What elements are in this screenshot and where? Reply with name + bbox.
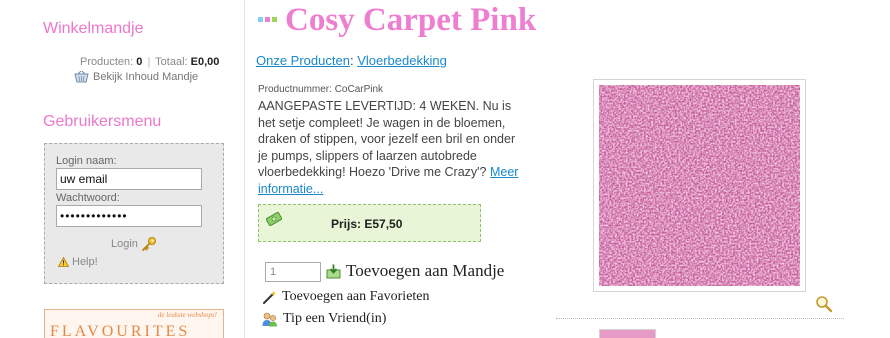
product-image-frame[interactable]: [593, 79, 806, 292]
description-text: AANGEPASTE LEVERTIJD: 4 WEKEN. Nu is het…: [258, 99, 516, 179]
zoom-icon[interactable]: [815, 295, 833, 313]
login-name-label: Login naam:: [56, 155, 117, 167]
product-number: Productnummer: CoCarPink: [258, 84, 384, 95]
tip-friend-link[interactable]: Tip een Vriend(in): [262, 311, 386, 327]
product-description: AANGEPASTE LEVERTIJD: 4 WEKEN. Nu is het…: [258, 98, 523, 197]
products-count: 0: [136, 56, 143, 68]
login-form: Login naam: uw email Wachtwoord: •••••••…: [44, 143, 224, 284]
usermenu-heading: Gebruikersmenu: [43, 113, 162, 130]
add-to-favorites-link[interactable]: Toevoegen aan Favorieten: [262, 289, 430, 305]
users-icon: [262, 312, 277, 326]
cart-summary: Producten: 0 | Totaal: E0,00: [80, 56, 220, 68]
image-thumbnail[interactable]: [599, 329, 656, 338]
sidebar: Winkelmandje Producten: 0 | Totaal: E0,0…: [0, 0, 245, 338]
help-link[interactable]: Help!: [58, 256, 98, 268]
quantity-input[interactable]: 1: [265, 262, 321, 282]
breadcrumb-products[interactable]: Onze Producten: [256, 53, 350, 68]
price: Prijs: E57,50: [331, 217, 403, 231]
image-divider: [556, 318, 844, 319]
help-label: Help!: [72, 256, 98, 268]
cart-heading: Winkelmandje: [43, 20, 144, 37]
view-cart-link[interactable]: Bekijk Inhoud Mandje: [74, 70, 198, 83]
view-cart-label: Bekijk Inhoud Mandje: [93, 70, 199, 83]
breadcrumb-separator: :: [349, 53, 354, 68]
password-input[interactable]: •••••••••••••: [56, 205, 202, 227]
add-to-favorites-label: Toevoegen aan Favorieten: [282, 289, 430, 304]
flavourites-banner[interactable]: de leukste webshops! FLAVOURITES: [44, 309, 224, 338]
product-image: [599, 85, 800, 286]
login-button-label: Login: [111, 238, 138, 250]
cart-add-icon: [326, 264, 341, 278]
money-icon: [266, 212, 282, 226]
login-name-input[interactable]: uw email: [56, 168, 202, 190]
breadcrumb: Onze Producten: Vloerbedekking: [256, 53, 447, 68]
warning-icon: [58, 257, 69, 267]
banner-wordmark: FLAVOURITES: [50, 323, 191, 338]
add-to-cart-button[interactable]: Toevoegen aan Mandje: [326, 261, 504, 281]
breadcrumb-flooring[interactable]: Vloerbedekking: [357, 53, 447, 68]
title-decoration: [258, 17, 277, 22]
banner-tagline: de leukste webshops!: [157, 311, 217, 319]
products-label: Producten:: [80, 56, 134, 68]
price-box: Prijs: E57,50: [258, 204, 481, 242]
total-value: E0,00: [190, 56, 220, 68]
page-title: Cosy Carpet Pink: [285, 2, 537, 38]
basket-icon: [74, 70, 89, 83]
tip-friend-label: Tip een Vriend(in): [283, 311, 387, 326]
magic-wand-icon: [263, 290, 277, 304]
add-to-cart-label: Toevoegen aan Mandje: [346, 261, 505, 280]
total-label: Totaal:: [155, 56, 188, 68]
key-icon: [142, 237, 156, 251]
password-label: Wachtwoord:: [56, 192, 120, 204]
login-button[interactable]: Login: [111, 236, 157, 252]
